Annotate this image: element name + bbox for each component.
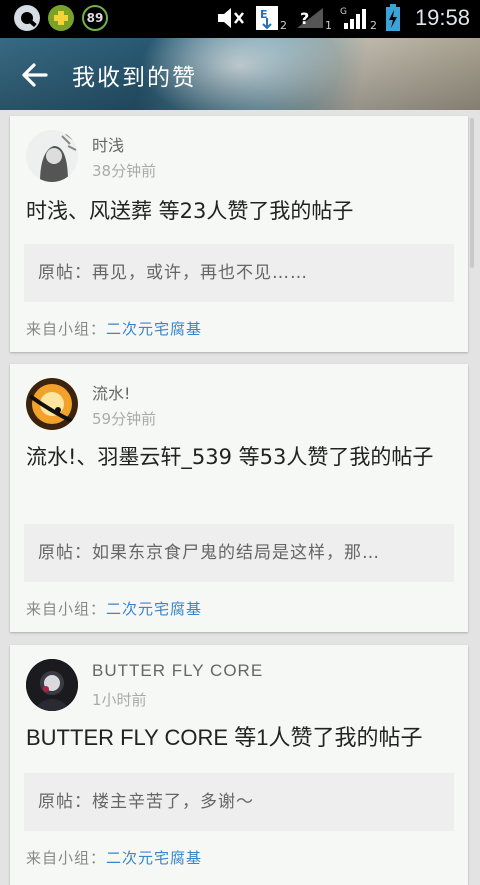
from-label: 来自小组：: [26, 320, 107, 338]
signal-sub-3: 2: [369, 18, 377, 32]
download-notification-icon: E: [255, 6, 278, 30]
game-plus-icon: [48, 5, 74, 31]
like-summary: BUTTER FLY CORE 等1人赞了我的帖子: [26, 725, 423, 750]
badge-count: 89: [86, 11, 104, 25]
badge-89-icon: 89: [82, 5, 108, 31]
original-post-quote[interactable]: 原帖：楼主辛苦了，多谢～: [24, 773, 454, 831]
action-bar: 我收到的赞: [0, 38, 480, 110]
status-bar: 89 E 2 ? 1 G 2 19:58: [0, 0, 480, 38]
avatar[interactable]: [26, 659, 78, 711]
group-source: 来自小组：二次元宅腐基: [26, 598, 202, 619]
like-summary: 流水!、羽墨云轩_539 等53人赞了我的帖子: [26, 445, 434, 469]
svg-text:?: ?: [300, 9, 309, 28]
cell-signal-icon: G: [340, 7, 366, 29]
group-source: 来自小组：二次元宅腐基: [26, 318, 202, 339]
avatar[interactable]: [26, 378, 78, 430]
scrollbar[interactable]: [470, 118, 474, 268]
group-link[interactable]: 二次元宅腐基: [106, 849, 202, 867]
wifi-unknown-icon: ?: [296, 8, 323, 28]
svg-text:G: G: [340, 7, 347, 17]
like-notification-card[interactable]: 流水! 59分钟前 流水!、羽墨云轩_539 等53人赞了我的帖子 原帖：如果东…: [10, 364, 468, 632]
like-notification-card[interactable]: 时浅 38分钟前 时浅、风送葬 等23人赞了我的帖子 原帖：再见，或许，再也不见…: [10, 116, 468, 352]
group-source: 来自小组：二次元宅腐基: [26, 847, 202, 868]
group-link[interactable]: 二次元宅腐基: [106, 600, 202, 618]
avatar[interactable]: [26, 130, 78, 182]
page-title: 我收到的赞: [72, 65, 197, 91]
like-notification-card[interactable]: BUTTER FLY CORE 1小时前 BUTTER FLY CORE 等1人…: [10, 645, 468, 885]
user-name[interactable]: 流水!: [92, 380, 130, 404]
battery-charging-icon: [385, 4, 400, 31]
like-summary: 时浅、风送葬 等23人赞了我的帖子: [26, 199, 354, 223]
from-label: 来自小组：: [26, 849, 107, 867]
timestamp: 59分钟前: [92, 410, 157, 428]
from-label: 来自小组：: [26, 600, 107, 618]
app-q-icon: [14, 5, 40, 31]
original-post-quote[interactable]: 原帖：如果东京食尸鬼的结局是这样，那…: [24, 524, 454, 582]
arrow-left-icon: [22, 63, 48, 87]
back-button[interactable]: [18, 58, 52, 92]
signal-sub-2: 1: [324, 18, 332, 32]
timestamp: 1小时前: [92, 691, 147, 709]
timestamp: 38分钟前: [92, 162, 157, 180]
signal-sub-1: 2: [279, 18, 287, 32]
group-link[interactable]: 二次元宅腐基: [106, 320, 202, 338]
clock: 19:58: [414, 5, 470, 30]
original-post-quote[interactable]: 原帖：再见，或许，再也不见……: [24, 244, 454, 302]
user-name[interactable]: BUTTER FLY CORE: [92, 661, 263, 681]
user-name[interactable]: 时浅: [92, 132, 124, 156]
mute-icon: [217, 8, 244, 28]
